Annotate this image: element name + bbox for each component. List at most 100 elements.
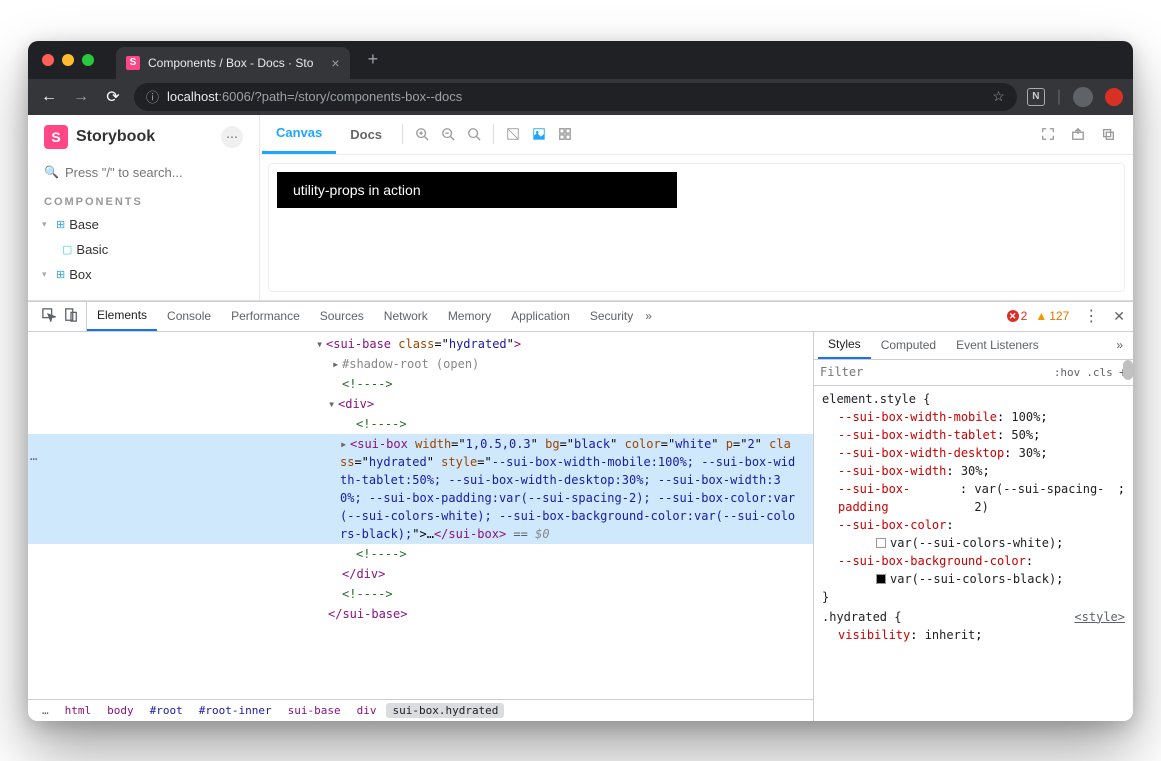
dom-node[interactable]: ▾<div> [28, 394, 813, 414]
css-rules[interactable]: element.style { --sui-box-width-mobile: … [814, 386, 1133, 721]
sidebar-item-basic[interactable]: ▢ Basic [28, 239, 259, 260]
crumb-item[interactable]: sui-box.hydrated [386, 703, 504, 718]
background-tool-icon[interactable] [500, 121, 526, 147]
dom-comment: <!----> [28, 584, 813, 604]
devtools-tab-network[interactable]: Network [374, 302, 438, 331]
zoom-reset-icon[interactable] [461, 121, 487, 147]
address-bar[interactable]: ⓘ localhost:6006/?path=/story/components… [134, 83, 1017, 111]
sidebar-item-base[interactable]: ▾ ⊞ Base [28, 214, 259, 235]
preview-sui-box: utility-props in action [277, 172, 677, 208]
tab-canvas[interactable]: Canvas [262, 115, 336, 154]
viewport: S Storybook ⋯ 🔍 COMPONENTS ▾ ⊞ Base ▢ Ba… [28, 115, 1133, 721]
devtools-tabs: Elements Console Performance Sources Net… [28, 302, 1133, 332]
storybook-brand: S Storybook ⋯ [28, 125, 259, 157]
extension-badge-icon[interactable] [1105, 88, 1123, 106]
styles-tabs: Styles Computed Event Listeners » [814, 332, 1133, 360]
styles-filter-input[interactable] [820, 365, 1048, 379]
crumb-item[interactable]: #root [144, 703, 189, 718]
viewport-tool-icon[interactable] [552, 121, 578, 147]
chevron-down-icon: ▾ [42, 219, 52, 230]
devtools-tab-security[interactable]: Security [580, 302, 643, 331]
grid-tool-icon[interactable] [526, 121, 552, 147]
crumb-item[interactable]: #root-inner [193, 703, 278, 718]
window-zoom-button[interactable] [82, 54, 94, 66]
storybook-search[interactable]: 🔍 [28, 161, 259, 184]
more-tabs-icon[interactable]: » [645, 309, 652, 323]
devtools-tab-sources[interactable]: Sources [310, 302, 374, 331]
devtools-panel: Elements Console Performance Sources Net… [28, 301, 1133, 721]
inspect-element-icon[interactable] [40, 308, 58, 325]
back-button[interactable]: ← [38, 88, 60, 106]
dom-comment: <!----> [28, 544, 813, 564]
styles-tab-computed[interactable]: Computed [871, 332, 946, 359]
tab-docs[interactable]: Docs [336, 115, 396, 154]
copy-link-icon[interactable] [1095, 121, 1121, 147]
dom-node[interactable]: </div> [28, 564, 813, 584]
open-tab-icon[interactable] [1065, 121, 1091, 147]
component-icon: ⊞ [56, 218, 65, 231]
color-swatch-icon[interactable] [876, 538, 886, 548]
crumb-item[interactable]: body [101, 703, 140, 718]
storybook-logo-icon: S [44, 125, 68, 149]
tab-close-icon[interactable]: × [331, 55, 339, 71]
story-icon: ▢ [62, 243, 72, 256]
window-minimize-button[interactable] [62, 54, 74, 66]
notion-extension-icon[interactable]: N [1027, 88, 1045, 106]
url-text: localhost:6006/?path=/story/components-b… [167, 89, 462, 104]
devtools-tab-elements[interactable]: Elements [87, 302, 157, 331]
devtools-tab-performance[interactable]: Performance [221, 302, 310, 331]
crumb-item[interactable]: html [59, 703, 98, 718]
bookmark-icon[interactable]: ☆ [992, 88, 1005, 105]
site-info-icon[interactable]: ⓘ [146, 87, 159, 106]
dom-tree[interactable]: ⋯ ▾<sui-base class="hydrated"> ▸#shadow-… [28, 332, 813, 699]
search-icon: 🔍 [44, 165, 59, 179]
dom-node[interactable]: ▸#shadow-root (open) [28, 354, 813, 374]
devtools-close-icon[interactable]: ✕ [1105, 308, 1133, 325]
reload-button[interactable]: ⟳ [102, 87, 124, 107]
titlebar: S Components / Box - Docs · Sto × + [28, 41, 1133, 79]
sidebar-item-box[interactable]: ▾ ⊞ Box [28, 264, 259, 285]
crumb-item[interactable]: div [351, 703, 383, 718]
crumb-item[interactable]: … [36, 703, 55, 718]
devtools-tab-memory[interactable]: Memory [438, 302, 501, 331]
tab-favicon-icon: S [126, 56, 140, 70]
error-count[interactable]: ✕2 [1007, 309, 1028, 323]
device-toggle-icon[interactable] [62, 308, 80, 325]
zoom-in-icon[interactable] [409, 121, 435, 147]
browser-tab[interactable]: S Components / Box - Docs · Sto × [116, 47, 350, 79]
storybook-sidebar: S Storybook ⋯ 🔍 COMPONENTS ▾ ⊞ Base ▢ Ba… [28, 115, 260, 300]
profile-avatar-icon[interactable] [1073, 87, 1093, 107]
more-styles-tabs-icon[interactable]: » [1110, 338, 1129, 352]
scrollbar-thumb[interactable] [1123, 360, 1133, 380]
forward-button[interactable]: → [70, 88, 92, 106]
fullscreen-icon[interactable] [1035, 121, 1061, 147]
elements-panel: ⋯ ▾<sui-base class="hydrated"> ▸#shadow-… [28, 332, 813, 721]
devtools-body: ⋯ ▾<sui-base class="hydrated"> ▸#shadow-… [28, 332, 1133, 721]
zoom-out-icon[interactable] [435, 121, 461, 147]
window-close-button[interactable] [42, 54, 54, 66]
component-icon: ⊞ [56, 268, 65, 281]
cls-toggle-button[interactable]: .cls [1086, 366, 1113, 379]
storybook-menu-button[interactable]: ⋯ [221, 126, 243, 148]
dom-node[interactable]: ▾<sui-base class="hydrated"> [28, 334, 813, 354]
dom-comment: <!----> [28, 374, 813, 394]
dom-node-selected[interactable]: ▸<sui-box width="1,0.5,0.3" bg="black" c… [28, 434, 813, 544]
browser-window: S Components / Box - Docs · Sto × + ← → … [28, 41, 1133, 721]
styles-panel: Styles Computed Event Listeners » :hov .… [813, 332, 1133, 721]
warning-count[interactable]: ▲127 [1035, 309, 1069, 323]
color-swatch-icon[interactable] [876, 574, 886, 584]
styles-tab-styles[interactable]: Styles [818, 332, 871, 359]
search-input[interactable] [65, 165, 243, 180]
dom-node[interactable]: </sui-base> [28, 604, 813, 624]
devtools-settings-icon[interactable]: ⋮ [1077, 306, 1105, 326]
styles-tab-event-listeners[interactable]: Event Listeners [946, 332, 1049, 359]
devtools-tab-application[interactable]: Application [501, 302, 580, 331]
hov-toggle-button[interactable]: :hov [1054, 366, 1081, 379]
warning-icon: ▲ [1035, 309, 1047, 323]
storybook-main: Canvas Docs [260, 115, 1133, 300]
crumb-item[interactable]: sui-base [282, 703, 347, 718]
dom-comment: <!----> [28, 414, 813, 434]
new-tab-button[interactable]: + [368, 49, 379, 70]
storybook-tabs: Canvas Docs [260, 115, 1133, 155]
devtools-tab-console[interactable]: Console [157, 302, 221, 331]
